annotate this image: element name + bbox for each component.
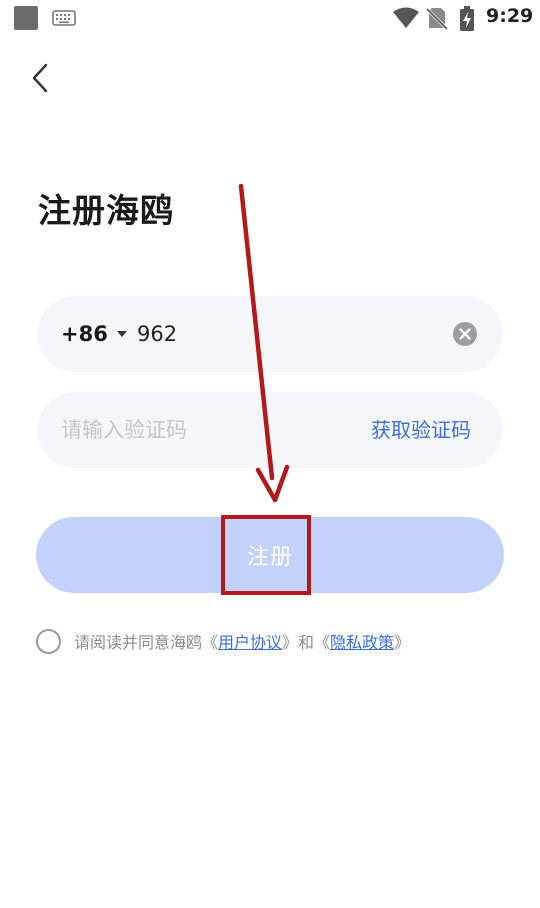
status-time: 9:29 — [486, 5, 534, 27]
agreement-text: 请阅读并同意海鸥《用户协议》和《隐私政策》 — [74, 629, 410, 653]
country-code-label: +86 — [61, 322, 108, 346]
country-code-selector[interactable]: +86 — [61, 296, 128, 372]
no-sim-icon — [426, 7, 448, 30]
battery-charging-icon — [460, 6, 474, 31]
verification-code-field[interactable]: 请输入验证码 获取验证码 — [37, 392, 503, 468]
clear-circle-icon[interactable] — [453, 322, 477, 346]
agreement-prefix: 请阅读并同意海鸥《 — [74, 633, 219, 652]
phone-input[interactable]: 962 — [137, 296, 437, 372]
status-bar: 9:29 — [0, 0, 540, 36]
agreement-row: 请阅读并同意海鸥《用户协议》和《隐私政策》 — [36, 628, 410, 654]
keyboard-icon — [52, 10, 76, 26]
back-button[interactable] — [22, 60, 58, 96]
page-title: 注册海鸥 — [38, 191, 174, 230]
notification-square-icon — [14, 6, 38, 30]
terms-link[interactable]: 用户协议 — [218, 633, 282, 652]
phone-field[interactable]: +86 962 — [37, 296, 503, 372]
caret-down-icon — [116, 331, 127, 337]
chevron-left-icon — [32, 63, 48, 93]
agreement-radio[interactable] — [36, 628, 61, 654]
agreement-middle: 》和《 — [282, 633, 331, 652]
annotation-highlight-box — [221, 515, 311, 595]
verification-code-input[interactable]: 请输入验证码 — [61, 392, 341, 468]
agreement-suffix: 》 — [394, 633, 411, 652]
privacy-link[interactable]: 隐私政策 — [330, 633, 394, 652]
get-code-button[interactable]: 获取验证码 — [371, 392, 471, 468]
wifi-icon — [393, 7, 419, 28]
